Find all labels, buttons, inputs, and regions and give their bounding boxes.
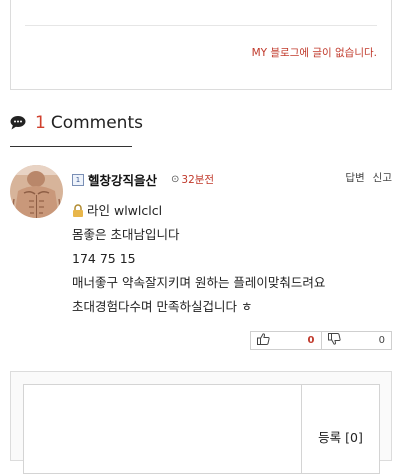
comment-line-text: 라인 wlwlclcl	[87, 203, 163, 218]
comment-time-text: 32분전	[181, 174, 215, 186]
comment-count: 1	[35, 113, 46, 133]
previous-section-box: MY 블로그에 글이 없습니다.	[10, 0, 392, 90]
thumbs-down-icon	[327, 333, 341, 348]
chat-bubbles-icon	[10, 115, 30, 131]
thumbs-up-icon	[257, 333, 270, 348]
empty-blog-message: MY 블로그에 글이 없습니다.	[251, 47, 377, 59]
comments-label: Comments	[50, 113, 143, 133]
clock-icon: ⊙	[171, 174, 180, 185]
comment-line: 초대경험다수며 만족하실겁니다 ㅎ	[72, 299, 253, 314]
level-badge: 1	[72, 173, 84, 186]
reply-button[interactable]: 답변	[345, 170, 364, 185]
report-button[interactable]: 신고	[373, 170, 392, 185]
comment-meta: 1 헬창강직을산 ⊙ 32분전	[72, 170, 214, 189]
divider	[25, 25, 377, 26]
comment-line: 매너좋구 약속잘지키며 원하는 플레이맞춰드려요	[72, 275, 326, 290]
downvote-count: 0	[378, 335, 385, 346]
comment-form: 등록 [0]	[10, 371, 392, 474]
comment-line: 몸좋은 초대남입니다	[72, 227, 180, 242]
comment-line: 174 75 15	[72, 251, 136, 266]
comment-textarea[interactable]	[23, 384, 302, 474]
lock-icon	[72, 204, 84, 222]
comment-time: ⊙ 32분전	[171, 172, 214, 187]
comment-author[interactable]: 헬창강직을산	[88, 170, 157, 189]
comment-actions: 답변 신고	[345, 170, 392, 185]
submit-button[interactable]: 등록 [0]	[302, 384, 380, 474]
downvote-button[interactable]: 0	[320, 332, 392, 349]
avatar[interactable]	[10, 165, 63, 218]
vote-box: 0 0	[250, 331, 392, 350]
heading-underline	[10, 146, 132, 147]
comment-body: 라인 wlwlclcl 몸좋은 초대남입니다 174 75 15 매너좋구 약속…	[72, 202, 325, 322]
comments-heading: 1 Comments	[10, 113, 143, 133]
upvote-count: 0	[307, 335, 315, 346]
upvote-button[interactable]: 0	[251, 332, 321, 349]
comment-line: 라인 wlwlclcl	[72, 202, 325, 226]
